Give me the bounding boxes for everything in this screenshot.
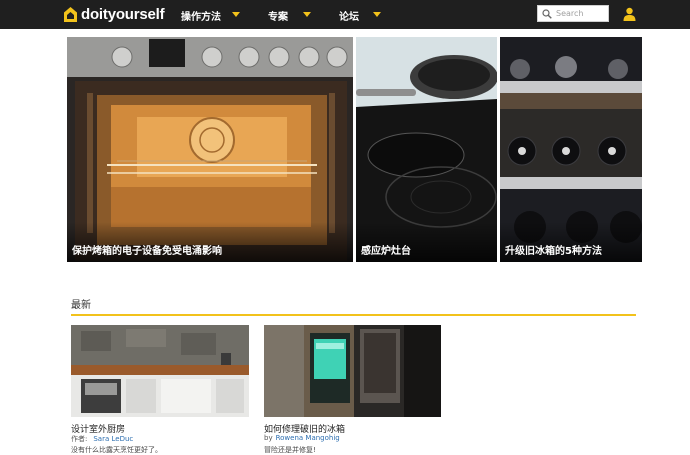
nav-item-how-to[interactable]: 操作方法 [181,8,240,23]
byline-prefix: by [264,434,273,442]
outdoor-kitchen-image [71,325,249,417]
article-card[interactable]: 设计室外厨房 作者: Sara LeDuc 没有什么比露天烹饪更好了。 [71,325,249,455]
byline-prefix: 作者: [71,435,88,443]
chevron-down-icon [373,12,381,17]
chevron-down-icon [232,12,240,17]
hero-caption: 保护烤箱的电子设备免受电涌影响 [72,246,222,257]
chevron-down-icon [303,12,311,17]
author-link[interactable]: Sara LeDuc [93,435,133,443]
author-link[interactable]: Rowena Mangohig [276,434,340,442]
nav-item-projects[interactable]: 专案 [268,8,311,23]
article-card[interactable]: 如何修理破旧的冰箱 by Rowena Mangohig 冒险还是并修复! [264,325,442,455]
top-navigation-bar: doityourself 操作方法 专案 论坛 [0,0,690,29]
nav-item-forums[interactable]: 论坛 [339,8,381,23]
hero-tile-fridge[interactable]: 升级旧冰箱的5种方法 [500,37,642,262]
nav-item-label: 专案 [268,12,288,23]
hero-caption: 升级旧冰箱的5种方法 [505,246,602,257]
house-logo-icon [64,6,77,22]
search-input[interactable] [556,9,608,18]
search-box[interactable] [537,5,609,22]
hero-caption: 感应炉灶台 [361,246,411,257]
article-byline: by Rowena Mangohig [264,434,340,442]
old-fridge-image [264,325,441,417]
article-description: 没有什么比露天烹饪更好了。 [71,446,162,454]
nav-item-label: 论坛 [339,12,359,23]
hero-tile-oven[interactable]: 保护烤箱的电子设备免受电涌影响 [67,37,353,262]
article-thumbnail[interactable] [71,325,249,417]
article-description: 冒险还是并修复! [264,446,316,454]
nav-item-label: 操作方法 [181,12,221,23]
user-account-icon[interactable] [623,7,636,21]
section-divider [71,314,636,316]
search-icon [542,8,552,19]
site-logo[interactable]: doityourself [63,5,165,23]
section-heading-latest: 最新 [71,300,91,311]
article-byline: 作者: Sara LeDuc [71,434,133,444]
article-thumbnail[interactable] [264,325,441,417]
hero-tile-induction[interactable]: 感应炉灶台 [356,37,497,262]
logo-text: doityourself [81,5,165,23]
